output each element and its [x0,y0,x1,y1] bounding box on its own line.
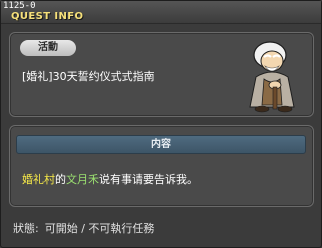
location-name: 婚礼村 [22,173,55,186]
status-value: 可開始 / 不可執行任務 [44,222,155,235]
old-man-npc-icon [249,41,295,113]
status-label: 狀態: [13,222,39,235]
description-particle: 的 [55,173,66,186]
window-id: 1125-0 [3,1,36,11]
content-section-header: 内容 [16,135,306,154]
quest-category-badge: 活動 [20,40,76,56]
window-title: QUEST INFO [11,11,84,22]
quest-info-window: 1125-0 QUEST INFO 活動 [婚礼]30天誓约仪式式指南 内容 婚… [0,0,322,248]
npc-name: 文月禾 [66,173,99,186]
quest-summary-panel: 活動 [婚礼]30天誓约仪式式指南 [9,32,314,117]
quest-name: [婚礼]30天誓约仪式式指南 [22,70,155,83]
description-message: 说有事请要告诉我。 [99,173,198,186]
title-bar[interactable]: 1125-0 QUEST INFO [1,1,321,24]
quest-content-panel: 内容 婚礼村的文月禾说有事请要告诉我。 [9,125,314,207]
quest-description: 婚礼村的文月禾说有事请要告诉我。 [22,173,198,187]
quest-status: 狀態: 可開始 / 不可執行任務 [13,222,154,236]
